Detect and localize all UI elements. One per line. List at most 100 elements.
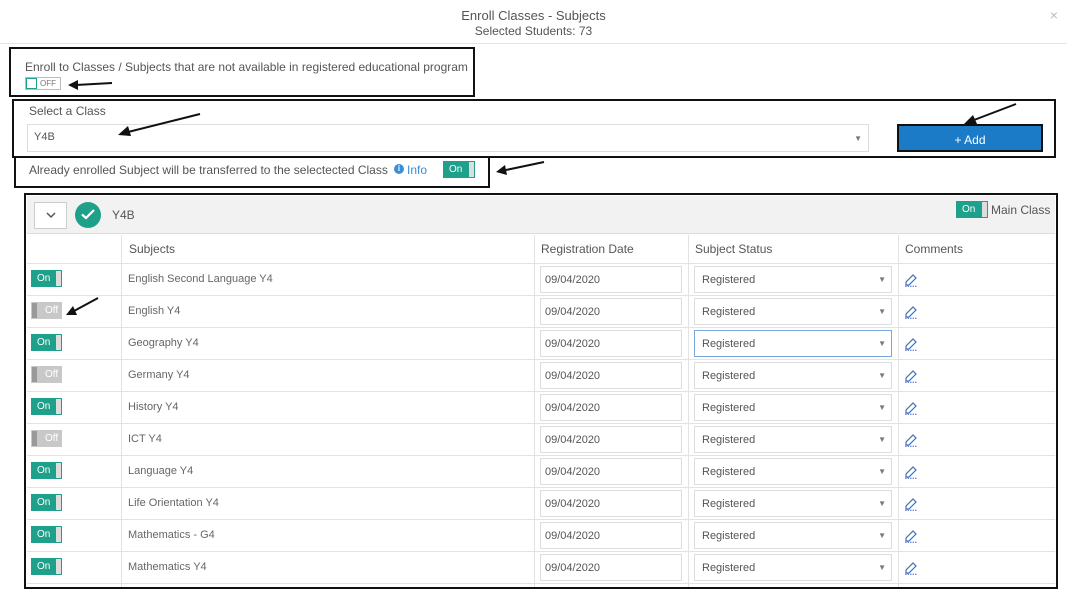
- subject-toggle[interactable]: On: [31, 334, 62, 351]
- toggle-state: On: [449, 164, 463, 175]
- registration-date-value: 09/04/2020: [545, 338, 601, 350]
- registration-date-input[interactable]: 09/04/2020: [540, 426, 682, 453]
- column-header-registration-date: Registration Date: [541, 242, 634, 256]
- info-icon[interactable]: i: [394, 164, 404, 174]
- collapse-button[interactable]: [34, 202, 67, 229]
- edit-icon[interactable]: [904, 401, 918, 415]
- toggle-knob: [26, 78, 37, 89]
- annotation-arrow-icon: [964, 103, 1017, 124]
- registration-date-input[interactable]: 09/04/2020: [540, 394, 682, 421]
- row-divider: [27, 391, 1055, 392]
- toggle-knob: [56, 399, 61, 414]
- toggle-state: On: [37, 497, 51, 508]
- subject-toggle[interactable]: On: [31, 398, 62, 415]
- subject-status-select[interactable]: Registered ▼: [694, 426, 892, 453]
- subject-status-select[interactable]: Registered ▼: [694, 266, 892, 293]
- registration-date-input[interactable]: 09/04/2020: [540, 554, 682, 581]
- subject-name: History Y4: [128, 401, 179, 413]
- edit-icon[interactable]: [904, 337, 918, 351]
- subject-name: ICT Y4: [128, 433, 162, 445]
- grid-line: [898, 235, 899, 587]
- subject-toggle[interactable]: Off: [31, 366, 62, 383]
- subject-name: Language Y4: [128, 465, 194, 477]
- subject-status-select[interactable]: Registered ▼: [694, 554, 892, 581]
- subject-status-value: Registered: [702, 498, 756, 510]
- row-divider: [27, 327, 1055, 328]
- edit-icon[interactable]: [904, 529, 918, 543]
- transfer-toggle[interactable]: On: [443, 161, 475, 178]
- registration-date-input[interactable]: 09/04/2020: [540, 490, 682, 517]
- row-divider: [27, 455, 1055, 456]
- column-header-subjects: Subjects: [129, 242, 176, 256]
- subject-name: English Y4: [128, 305, 181, 317]
- registration-date-input[interactable]: 09/04/2020: [540, 298, 682, 325]
- main-class-toggle[interactable]: On: [956, 201, 988, 218]
- registration-date-value: 09/04/2020: [545, 434, 601, 446]
- edit-icon[interactable]: [904, 497, 918, 511]
- grid-line: [688, 235, 689, 587]
- registration-date-value: 09/04/2020: [545, 466, 601, 478]
- registration-date-input[interactable]: 09/04/2020: [540, 266, 682, 293]
- edit-icon[interactable]: [904, 465, 918, 479]
- caret-down-icon: ▼: [878, 467, 886, 476]
- caret-down-icon: ▼: [878, 563, 886, 572]
- toggle-knob: [469, 162, 474, 177]
- subject-toggle[interactable]: On: [31, 558, 62, 575]
- annotation-arrow-icon: [118, 113, 201, 136]
- subject-status-select[interactable]: Registered ▼: [694, 490, 892, 517]
- column-header-comments: Comments: [905, 242, 964, 256]
- enroll-unavailable-label: Enroll to Classes / Subjects that are no…: [25, 60, 468, 74]
- edit-icon[interactable]: [904, 369, 918, 383]
- edit-icon[interactable]: [904, 273, 918, 287]
- check-circle-icon: [75, 202, 101, 228]
- edit-icon[interactable]: [904, 561, 918, 575]
- registration-date-input[interactable]: 09/04/2020: [540, 330, 682, 357]
- subject-status-select[interactable]: Registered ▼: [694, 330, 892, 357]
- registration-date-input[interactable]: 09/04/2020: [540, 458, 682, 485]
- toggle-state: On: [37, 561, 51, 572]
- annotation-arrow-icon: [68, 80, 113, 90]
- subject-toggle[interactable]: On: [31, 494, 62, 511]
- toggle-state: OFF: [40, 79, 56, 88]
- subject-status-select[interactable]: Registered ▼: [694, 522, 892, 549]
- subject-status-value: Registered: [702, 370, 756, 382]
- subject-status-select[interactable]: Registered ▼: [694, 394, 892, 421]
- subject-toggle[interactable]: On: [31, 270, 62, 287]
- subject-name: English Second Language Y4: [128, 273, 273, 285]
- transfer-label: Already enrolled Subject will be transfe…: [29, 163, 388, 177]
- toggle-knob: [56, 559, 61, 574]
- registration-date-input[interactable]: 09/04/2020: [540, 522, 682, 549]
- modal-title: Enroll Classes - Subjects: [461, 8, 606, 23]
- subject-status-value: Registered: [702, 466, 756, 478]
- subject-toggle[interactable]: On: [31, 526, 62, 543]
- info-link[interactable]: Info: [407, 163, 427, 177]
- close-icon[interactable]: ×: [1050, 7, 1058, 23]
- subject-status-value: Registered: [702, 274, 756, 286]
- subject-toggle[interactable]: On: [31, 462, 62, 479]
- subject-status-select[interactable]: Registered ▼: [694, 362, 892, 389]
- registration-date-input[interactable]: 09/04/2020: [540, 362, 682, 389]
- edit-icon[interactable]: [904, 305, 918, 319]
- toggle-knob: [56, 271, 61, 286]
- subject-status-select[interactable]: Registered ▼: [694, 298, 892, 325]
- grid-line: [121, 235, 122, 587]
- toggle-state: Off: [45, 369, 59, 380]
- class-panel-header: [27, 196, 1055, 234]
- enroll-unavailable-toggle[interactable]: OFF: [25, 77, 61, 90]
- edit-icon[interactable]: [904, 433, 918, 447]
- subject-status-select[interactable]: Registered ▼: [694, 458, 892, 485]
- add-button[interactable]: + Add: [897, 124, 1043, 152]
- subject-name: Mathematics Y4: [128, 561, 207, 573]
- caret-down-icon: ▼: [878, 371, 886, 380]
- subject-status-value: Registered: [702, 338, 756, 350]
- grid-line: [534, 235, 535, 587]
- main-class-label: Main Class: [991, 203, 1051, 217]
- class-select-value: Y4B: [34, 131, 55, 143]
- registration-date-value: 09/04/2020: [545, 370, 601, 382]
- subject-status-value: Registered: [702, 562, 756, 574]
- subject-toggle[interactable]: Off: [31, 430, 62, 447]
- chevron-down-icon: [46, 212, 56, 219]
- caret-down-icon: ▼: [878, 435, 886, 444]
- subject-toggle[interactable]: Off: [31, 302, 62, 319]
- subject-status-value: Registered: [702, 434, 756, 446]
